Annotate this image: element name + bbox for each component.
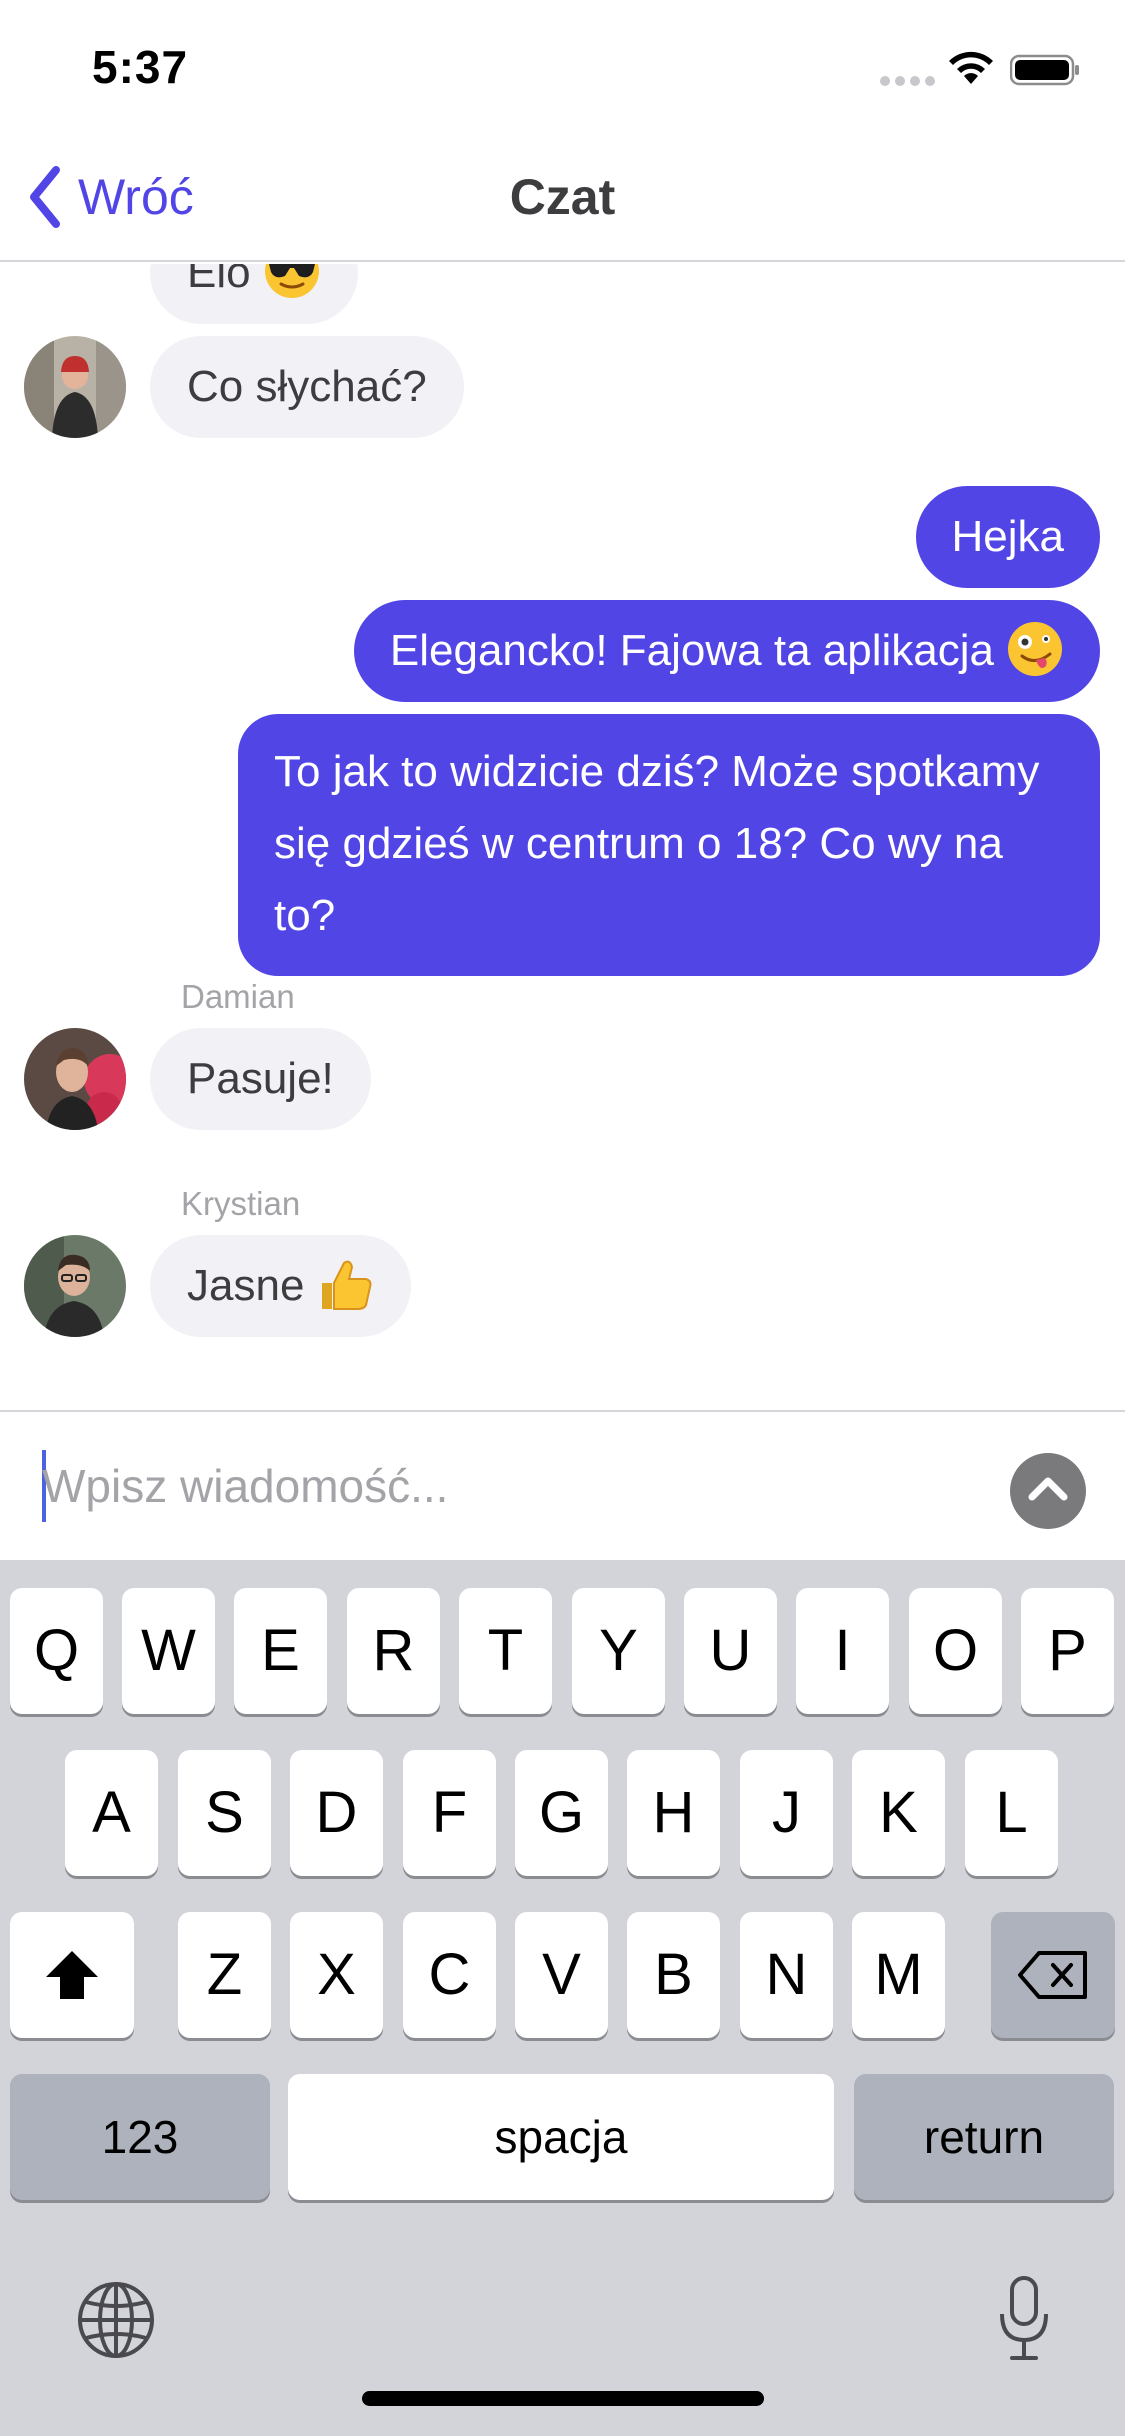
key-b[interactable]: B — [627, 1912, 720, 2038]
backspace-icon — [1018, 1951, 1087, 1999]
key-a[interactable]: A — [65, 1750, 158, 1876]
send-button[interactable] — [1010, 1453, 1086, 1529]
key-v[interactable]: V — [515, 1912, 608, 2038]
message-bubble-incoming[interactable]: Co słychać? — [150, 336, 464, 438]
message-bubble-incoming[interactable]: Jasne — [150, 1235, 412, 1337]
key-f[interactable]: F — [403, 1750, 496, 1876]
message-text: Hejka — [951, 512, 1065, 561]
message-bubble-outgoing[interactable]: Hejka — [915, 486, 1100, 588]
message-bubble-incoming[interactable]: Elo — [150, 264, 358, 324]
sender-name: Krystian — [181, 1185, 301, 1222]
backspace-key[interactable] — [991, 1912, 1115, 2038]
avatar[interactable] — [24, 1028, 126, 1130]
key-c[interactable]: C — [403, 1912, 496, 2038]
thumbs-up-emoji-icon — [322, 1261, 372, 1311]
key-o[interactable]: O — [909, 1588, 1002, 1714]
status-time: 5:37 — [92, 41, 189, 93]
key-d[interactable]: D — [290, 1750, 383, 1876]
avatar-image — [24, 1028, 126, 1130]
zany-face-emoji-icon — [1008, 622, 1062, 677]
key-e[interactable]: E — [234, 1588, 327, 1714]
key-y[interactable]: Y — [572, 1588, 665, 1714]
key-t[interactable]: T — [459, 1588, 552, 1714]
key-u[interactable]: U — [684, 1588, 777, 1714]
microphone-icon[interactable] — [998, 2274, 1050, 2364]
signal-icon — [880, 76, 936, 86]
message-list[interactable]: Elo Co słychać? Hejka Elegancko! Fajowa … — [0, 264, 1125, 1410]
avatar-image — [24, 1235, 126, 1337]
message-text: To jak to widzicie dziś? Może spotkamy s… — [274, 747, 1040, 940]
message-composer — [0, 1410, 1125, 1560]
key-m[interactable]: M — [852, 1912, 945, 2038]
key-n[interactable]: N — [740, 1912, 833, 2038]
navigation-bar: Wróć Czat — [0, 140, 1125, 262]
key-s[interactable]: S — [178, 1750, 271, 1876]
key-q[interactable]: Q — [10, 1588, 103, 1714]
shift-arrow-icon — [46, 1951, 98, 1999]
key-k[interactable]: K — [852, 1750, 945, 1876]
key-p[interactable]: P — [1021, 1588, 1114, 1714]
message-text: Elo — [187, 264, 251, 297]
battery-icon — [1010, 54, 1079, 86]
status-bar: 5:37 — [0, 0, 1125, 140]
avatar[interactable] — [24, 336, 126, 438]
message-text: Elegancko! Fajowa ta aplikacja — [389, 626, 994, 675]
message-text: Co słychać? — [187, 362, 427, 411]
wifi-icon — [949, 51, 993, 84]
sender-name: Damian — [181, 978, 295, 1015]
key-g[interactable]: G — [515, 1750, 608, 1876]
space-key[interactable]: spacja — [288, 2074, 834, 2200]
page-title: Czat — [509, 169, 616, 225]
shift-key[interactable] — [10, 1912, 134, 2038]
message-text: Pasuje! — [187, 1054, 334, 1103]
key-h[interactable]: H — [627, 1750, 720, 1876]
message-bubble-outgoing[interactable]: To jak to widzicie dziś? Może spotkamy s… — [238, 714, 1100, 976]
numbers-key[interactable]: 123 — [10, 2074, 270, 2200]
home-indicator — [362, 2391, 764, 2406]
message-input[interactable] — [42, 1448, 942, 1524]
key-w[interactable]: W — [122, 1588, 215, 1714]
message-bubble-outgoing[interactable]: Elegancko! Fajowa ta aplikacja — [353, 600, 1100, 702]
key-x[interactable]: X — [290, 1912, 383, 2038]
key-j[interactable]: J — [740, 1750, 833, 1876]
avatar[interactable] — [24, 1235, 126, 1337]
message-text: Jasne — [187, 1261, 305, 1310]
globe-icon[interactable] — [76, 2280, 156, 2360]
message-bubble-incoming[interactable]: Pasuje! — [150, 1028, 371, 1130]
key-z[interactable]: Z — [178, 1912, 271, 2038]
key-i[interactable]: I — [796, 1588, 889, 1714]
key-r[interactable]: R — [347, 1588, 440, 1714]
key-l[interactable]: L — [965, 1750, 1058, 1876]
avatar-image — [24, 336, 126, 438]
return-key[interactable]: return — [854, 2074, 1114, 2200]
keyboard: Q W E R T Y U I O P A S D F G H J K L Z … — [0, 1560, 1125, 2436]
sunglasses-emoji-icon — [264, 264, 319, 299]
chevron-up-icon — [1028, 1477, 1068, 1501]
